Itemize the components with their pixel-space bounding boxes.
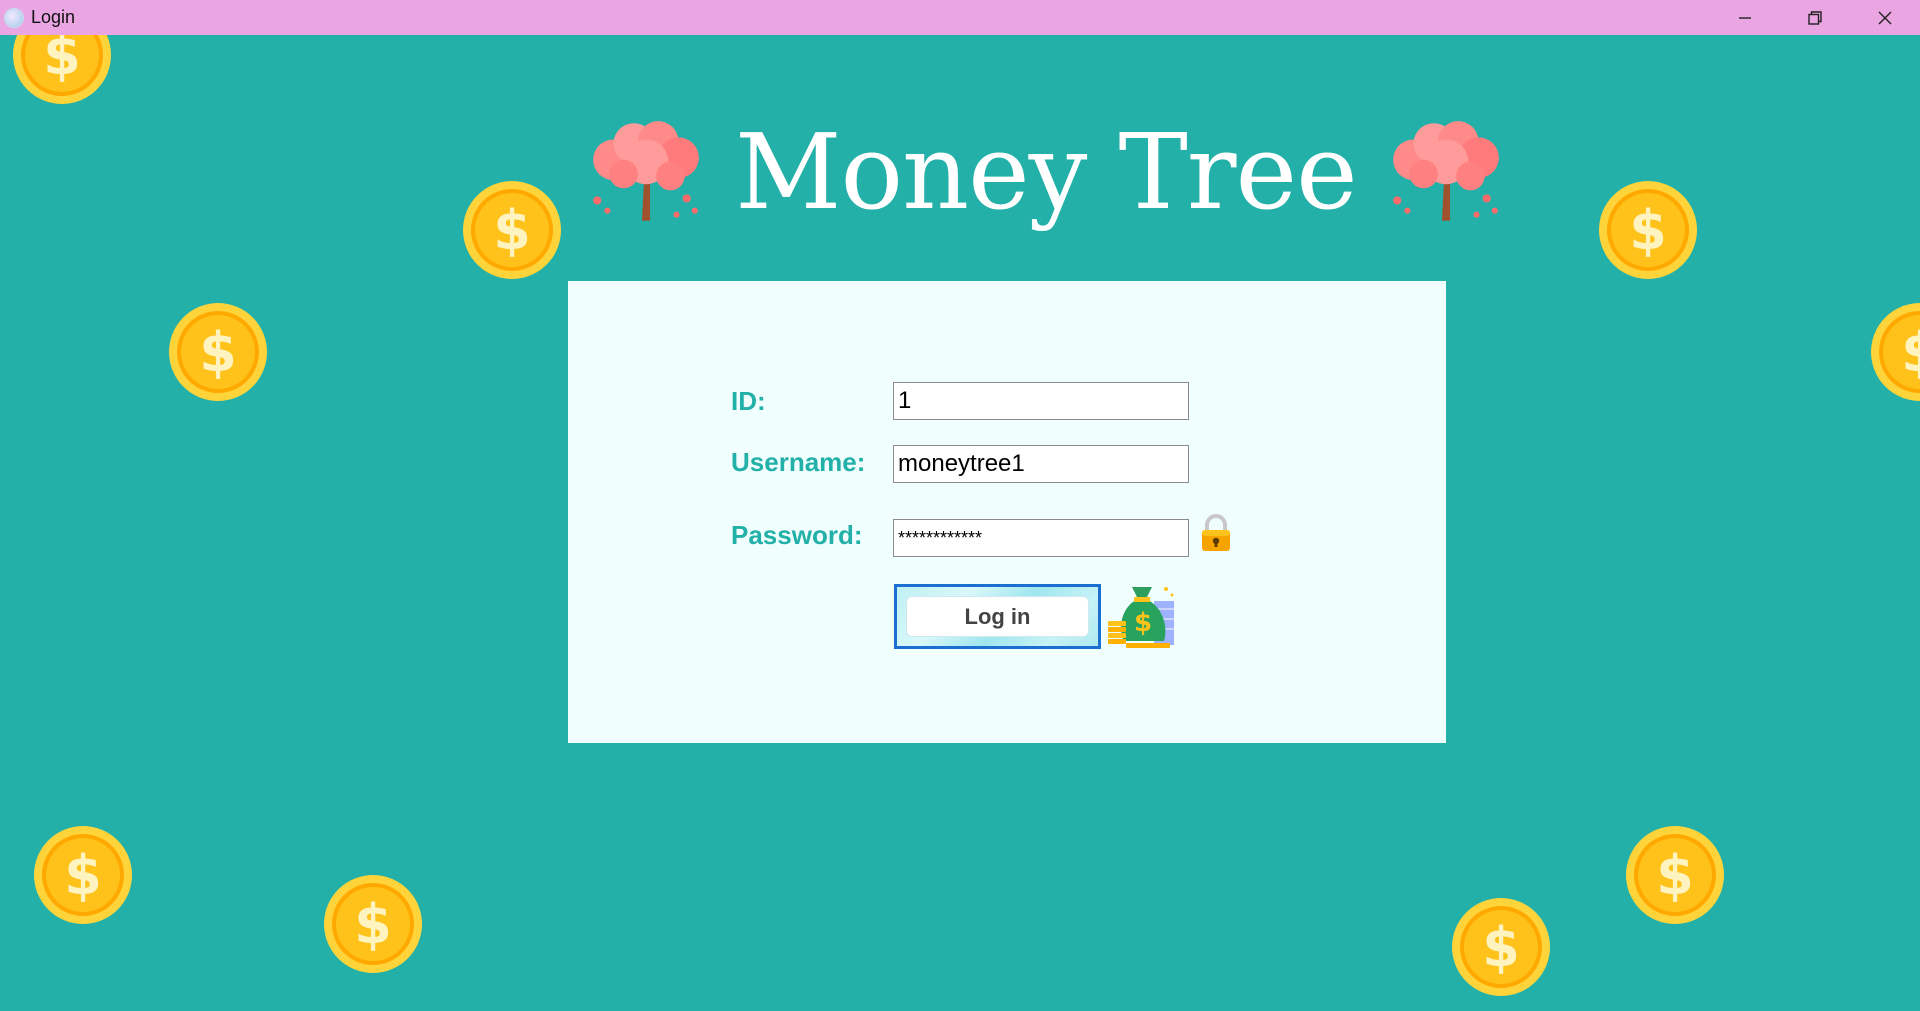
login-button[interactable]: Log in	[894, 584, 1101, 649]
id-input[interactable]	[893, 382, 1189, 420]
restore-icon	[1808, 10, 1822, 25]
dollar-coin-icon	[1625, 825, 1725, 925]
close-icon	[1878, 11, 1892, 24]
window-title: Login	[31, 7, 76, 27]
window-controls	[1710, 0, 1920, 35]
app-icon	[4, 7, 24, 28]
username-label: Username:	[731, 447, 866, 477]
id-label: ID:	[731, 386, 766, 416]
app-title: Money Tree	[735, 111, 1358, 233]
dollar-coin-icon	[1870, 302, 1920, 402]
money-bag-icon: $	[1108, 587, 1174, 648]
tree-icon	[1385, 120, 1507, 224]
lock-icon	[1202, 514, 1230, 551]
login-button-label: Log in	[906, 596, 1089, 637]
minimize-icon	[1739, 16, 1751, 19]
login-window: Money Tree ID: Username: Password: Log i…	[0, 35, 1920, 1011]
dollar-coin-icon	[12, 35, 112, 105]
password-input[interactable]	[893, 519, 1189, 557]
restore-button[interactable]	[1780, 0, 1850, 35]
title-bar: Login	[0, 0, 1920, 35]
dollar-coin-icon	[168, 302, 268, 402]
tree-icon	[585, 120, 707, 224]
app-header: Money Tree	[585, 107, 1507, 237]
minimize-button[interactable]	[1710, 0, 1780, 35]
password-label: Password:	[731, 520, 863, 550]
dollar-coin-icon	[1598, 180, 1698, 280]
dollar-coin-icon	[323, 874, 423, 974]
dollar-coin-icon	[33, 825, 133, 925]
close-button[interactable]	[1850, 0, 1920, 35]
login-panel: ID: Username: Password: Log in $	[568, 281, 1446, 743]
username-input[interactable]	[893, 445, 1189, 483]
dollar-coin-icon	[462, 180, 562, 280]
svg-text:$: $	[1134, 608, 1152, 638]
dollar-coin-icon	[1451, 897, 1551, 997]
